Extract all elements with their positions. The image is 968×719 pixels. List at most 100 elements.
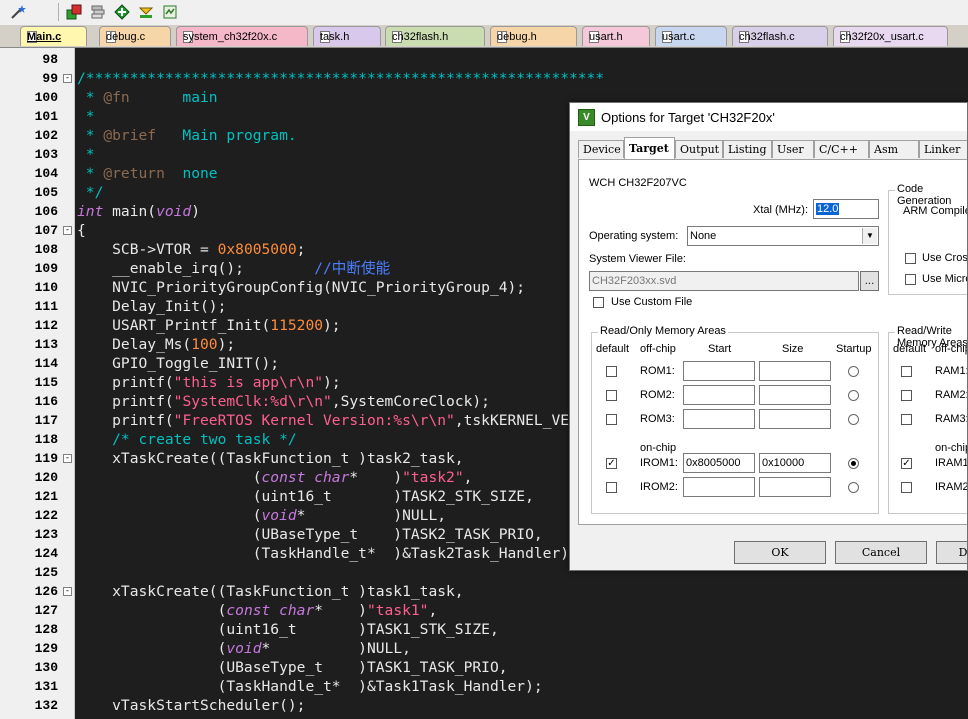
rom-size-input[interactable] <box>759 409 831 429</box>
line-number: 128 <box>34 622 58 637</box>
rom-start-input[interactable] <box>683 361 755 381</box>
tab-usart-c[interactable]: usart.c <box>655 26 727 46</box>
wand-icon[interactable] <box>8 2 28 22</box>
code-line: /* create two task */ <box>77 430 297 449</box>
code-token: main <box>129 89 218 106</box>
code-token: (TaskHandle_t* )&Task1Task_Handler); <box>77 678 543 695</box>
tab-task-h[interactable]: task.h <box>313 26 381 46</box>
dialog-titlebar[interactable]: V Options for Target 'CH32F20x' <box>570 103 967 131</box>
code-token: * )NULL, <box>261 640 411 657</box>
code-token: "task1" <box>366 602 429 619</box>
os-select[interactable]: None ▼ <box>687 226 879 246</box>
code-generation-group: Code Generation ARM Compiler: Use Cross-… <box>888 183 967 295</box>
cross-checkbox[interactable] <box>905 253 916 264</box>
rom-default-checkbox[interactable] <box>606 414 617 425</box>
code-token: const char <box>261 469 350 486</box>
line-number: 107 <box>34 223 58 238</box>
ram-default-checkbox[interactable] <box>901 414 912 425</box>
line-number: 121 <box>34 489 58 504</box>
line-number: 102 <box>34 128 58 143</box>
ram-default-checkbox[interactable] <box>901 366 912 377</box>
line-number: 130 <box>34 660 58 675</box>
chip-icon[interactable] <box>160 2 180 22</box>
line-number: 120 <box>34 470 58 485</box>
tab-debug-h[interactable]: debug.h <box>490 26 577 46</box>
line-number: 114 <box>34 356 58 371</box>
rom-startup-radio[interactable] <box>848 414 859 425</box>
rom-startup-radio[interactable] <box>848 390 859 401</box>
tab-main-c[interactable]: Main.c <box>20 26 87 46</box>
dialog-tab-asm[interactable]: Asm <box>869 140 919 158</box>
xtal-input[interactable]: 12.0 <box>813 199 879 219</box>
microlib-checkbox[interactable] <box>905 274 916 285</box>
rom-startup-radio[interactable] <box>848 366 859 377</box>
rom-default-checkbox[interactable]: ✓ <box>606 458 617 469</box>
rom-default-checkbox[interactable] <box>606 366 617 377</box>
line-number: 125 <box>34 565 58 580</box>
ram-default-checkbox[interactable] <box>901 482 912 493</box>
code-token: * ) <box>314 602 367 619</box>
rom-startup-radio[interactable] <box>848 482 859 493</box>
cube-icon[interactable] <box>64 2 84 22</box>
line-number: 109 <box>34 261 58 276</box>
code-token: "task2" <box>402 469 464 486</box>
ram-default-checkbox[interactable]: ✓ <box>901 458 912 469</box>
rom-start-input[interactable] <box>683 385 755 405</box>
dialog-tab-c-c-[interactable]: C/C++ <box>814 140 869 158</box>
code-token: vTaskStartScheduler(); <box>77 697 306 714</box>
tab-ch32flash-h[interactable]: ch32flash.h <box>385 26 485 46</box>
defaults-button[interactable]: Defaults <box>936 541 967 564</box>
tab-usart-h[interactable]: usart.h <box>582 26 650 46</box>
rom-size-input[interactable]: 0x10000 <box>759 453 831 473</box>
tab-ch32f20x-usart-c[interactable]: ch32f20x_usart.c <box>833 26 948 46</box>
rom-size-input[interactable] <box>759 361 831 381</box>
onchip-label: on-chip <box>640 442 677 454</box>
fold-toggle-icon[interactable]: - <box>63 226 72 235</box>
rom-size-input[interactable] <box>759 385 831 405</box>
fold-toggle-icon[interactable]: - <box>63 454 72 463</box>
dialog-tab-target[interactable]: Target <box>624 137 675 159</box>
tab-debug-c[interactable]: debug.c <box>99 26 171 46</box>
dialog-tab-device[interactable]: Device <box>578 140 624 158</box>
svd-field[interactable]: CH32F203xx.svd <box>589 271 859 291</box>
fold-toggle-icon[interactable]: - <box>63 587 72 596</box>
stack-icon[interactable] <box>88 2 108 22</box>
code-token: , <box>463 469 473 486</box>
cancel-button[interactable]: Cancel <box>835 541 927 564</box>
rom-start-input[interactable] <box>683 409 755 429</box>
dialog-tab-output[interactable]: Output <box>675 140 723 158</box>
code-token: ) <box>191 203 201 220</box>
custom-file-checkbox[interactable] <box>593 297 604 308</box>
options-dialog: V Options for Target 'CH32F20x' Device Ta… <box>569 102 968 571</box>
browse-button[interactable]: ... <box>860 271 879 291</box>
line-number: 116 <box>34 394 58 409</box>
ram-default-checkbox[interactable] <box>901 390 912 401</box>
rom-startup-radio[interactable] <box>848 458 859 469</box>
diamond-icon[interactable] <box>112 2 132 22</box>
tab-label: system_ch32f20x.c <box>183 30 278 43</box>
chevron-down-icon[interactable]: ▼ <box>862 228 877 244</box>
code-line: (UBaseType_t )TASK2_TASK_PRIO, <box>77 525 543 544</box>
dialog-tab-user[interactable]: User <box>772 140 814 158</box>
fold-toggle-icon[interactable]: - <box>63 74 72 83</box>
tab-system-ch32f20x-c[interactable]: system_ch32f20x.c <box>176 26 308 46</box>
code-token: 0x8005000 <box>217 241 297 258</box>
rw-col-default: default <box>893 343 927 355</box>
dialog-title: Options for Target 'CH32F20x' <box>601 109 775 125</box>
rom-size-input[interactable] <box>759 477 831 497</box>
rom-default-checkbox[interactable] <box>606 390 617 401</box>
rom-start-input[interactable] <box>683 477 755 497</box>
tab-label: debug.c <box>106 30 146 43</box>
dialog-tab-listing[interactable]: Listing <box>723 140 772 158</box>
code-line: */ <box>77 183 104 202</box>
dialog-tab-linker[interactable]: Linker <box>919 140 967 158</box>
dialog-tab-strip: Device Target Output Listing User C/C++ Asm Lin… <box>578 137 967 159</box>
code-line: NVIC_PriorityGroupConfig(NVIC_PriorityGr… <box>77 278 525 297</box>
line-number: 101 <box>34 109 58 124</box>
rom-start-input[interactable]: 0x8005000 <box>683 453 755 473</box>
ok-button[interactable]: OK <box>734 541 826 564</box>
rom-default-checkbox[interactable] <box>606 482 617 493</box>
code-line: * @fn main <box>77 88 218 107</box>
download-arrow-icon[interactable] <box>136 2 156 22</box>
tab-ch32flash-c[interactable]: ch32flash.c <box>732 26 828 46</box>
